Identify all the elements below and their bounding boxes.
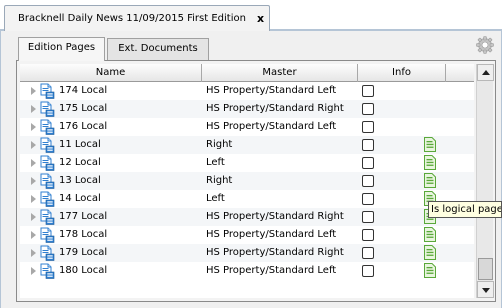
expand-arrow-icon[interactable] — [31, 87, 36, 95]
arrow-down-icon — [482, 288, 490, 293]
page-icon — [39, 245, 55, 261]
row-master: HS Property/Standard Right — [206, 103, 344, 114]
table-row[interactable]: 179 Local HS Property/Standard Right — [20, 244, 474, 262]
grid-rows: 174 Local HS Property/Standard Left 175 Lo… — [20, 82, 474, 298]
expand-arrow-icon[interactable] — [31, 159, 36, 167]
page-icon — [39, 101, 55, 117]
table-row[interactable]: 178 Local HS Property/Standard Left — [20, 226, 474, 244]
expand-arrow-icon[interactable] — [31, 123, 36, 131]
close-icon[interactable]: x — [257, 12, 264, 25]
row-master: Left — [206, 157, 225, 168]
expand-arrow-icon[interactable] — [31, 141, 36, 149]
logical-page-icon — [424, 263, 436, 278]
row-master: Right — [206, 139, 233, 150]
column-header-name[interactable]: Name — [20, 64, 202, 82]
tab-ext-documents[interactable]: Ext. Documents — [107, 38, 209, 60]
row-name: 174 Local — [59, 85, 108, 96]
gear-icon[interactable] — [475, 35, 495, 55]
row-master: HS Property/Standard Left — [206, 229, 337, 240]
scroll-down-button[interactable] — [477, 281, 494, 298]
expand-arrow-icon[interactable] — [31, 267, 36, 275]
row-name: 12 Local — [59, 157, 101, 168]
row-name: 177 Local — [59, 211, 108, 222]
table-row[interactable]: 176 Local HS Property/Standard Left — [20, 118, 474, 136]
table-row[interactable]: 180 Local HS Property/Standard Left — [20, 262, 474, 280]
page-icon — [39, 155, 55, 171]
row-master: HS Property/Standard Left — [206, 121, 337, 132]
info-checkbox[interactable] — [362, 193, 374, 205]
info-checkbox[interactable] — [362, 229, 374, 241]
edition-panel: Edition Pages Ext. Documents Name Master… — [0, 31, 502, 308]
info-checkbox[interactable] — [362, 265, 374, 277]
page-icon — [39, 263, 55, 279]
row-master: HS Property/Standard Right — [206, 247, 344, 258]
expand-arrow-icon[interactable] — [31, 105, 36, 113]
row-master: HS Property/Standard Right — [206, 211, 344, 222]
page-icon — [39, 227, 55, 243]
row-name: 14 Local — [59, 193, 101, 204]
table-row[interactable]: 175 Local HS Property/Standard Right — [20, 100, 474, 118]
row-name: 13 Local — [59, 175, 101, 186]
info-checkbox[interactable] — [362, 139, 374, 151]
expand-arrow-icon[interactable] — [31, 213, 36, 221]
info-checkbox[interactable] — [362, 175, 374, 187]
column-header-extra[interactable] — [446, 64, 474, 82]
page-icon — [39, 209, 55, 225]
vertical-scrollbar[interactable] — [476, 64, 494, 298]
logical-page-icon — [424, 245, 436, 260]
logical-page-icon — [424, 155, 436, 170]
info-checkbox[interactable] — [362, 121, 374, 133]
table-row[interactable]: 11 Local Right — [20, 136, 474, 154]
page-icon — [39, 83, 55, 99]
grid-header: Name Master Info — [20, 64, 474, 82]
table-row[interactable]: 174 Local HS Property/Standard Left — [20, 82, 474, 100]
page-icon — [39, 119, 55, 135]
logical-page-icon — [424, 173, 436, 188]
page-icon — [39, 137, 55, 153]
row-master: Left — [206, 193, 225, 204]
table-row[interactable]: 177 Local HS Property/Standard Right — [20, 208, 474, 226]
row-master: HS Property/Standard Left — [206, 265, 337, 276]
info-checkbox[interactable] — [362, 211, 374, 223]
row-name: 175 Local — [59, 103, 108, 114]
row-name: 11 Local — [59, 139, 101, 150]
scrollbar-thumb[interactable] — [478, 258, 493, 280]
table-row[interactable]: 14 Local Left — [20, 190, 474, 208]
row-master: Right — [206, 175, 233, 186]
document-tab-title: Bracknell Daily News 11/09/2015 First Ed… — [18, 13, 246, 24]
row-name: 179 Local — [59, 247, 108, 258]
logical-page-icon — [424, 227, 436, 242]
row-name: 180 Local — [59, 265, 108, 276]
page-icon — [39, 173, 55, 189]
tooltip: Is logical page — [428, 201, 502, 218]
info-checkbox[interactable] — [362, 247, 374, 259]
expand-arrow-icon[interactable] — [31, 231, 36, 239]
table-row[interactable]: 12 Local Left — [20, 154, 474, 172]
expand-arrow-icon[interactable] — [31, 177, 36, 185]
expand-arrow-icon[interactable] — [31, 249, 36, 257]
row-name: 176 Local — [59, 121, 108, 132]
info-checkbox[interactable] — [362, 85, 374, 97]
document-tab-strip: Bracknell Daily News 11/09/2015 First Ed… — [0, 0, 502, 31]
column-header-master[interactable]: Master — [202, 64, 358, 82]
arrow-up-icon — [482, 70, 490, 75]
pages-grid: Name Master Info 174 Local HS Property/St… — [16, 60, 496, 302]
column-header-info[interactable]: Info — [358, 64, 446, 82]
page-icon — [39, 191, 55, 207]
scroll-up-button[interactable] — [477, 64, 494, 81]
info-checkbox[interactable] — [362, 157, 374, 169]
table-row[interactable]: 13 Local Right — [20, 172, 474, 190]
expand-arrow-icon[interactable] — [31, 195, 36, 203]
row-master: HS Property/Standard Left — [206, 85, 337, 96]
document-tab[interactable]: Bracknell Daily News 11/09/2015 First Ed… — [4, 5, 270, 31]
logical-page-icon — [424, 137, 436, 152]
tab-edition-pages[interactable]: Edition Pages — [18, 37, 105, 61]
row-name: 178 Local — [59, 229, 108, 240]
info-checkbox[interactable] — [362, 103, 374, 115]
